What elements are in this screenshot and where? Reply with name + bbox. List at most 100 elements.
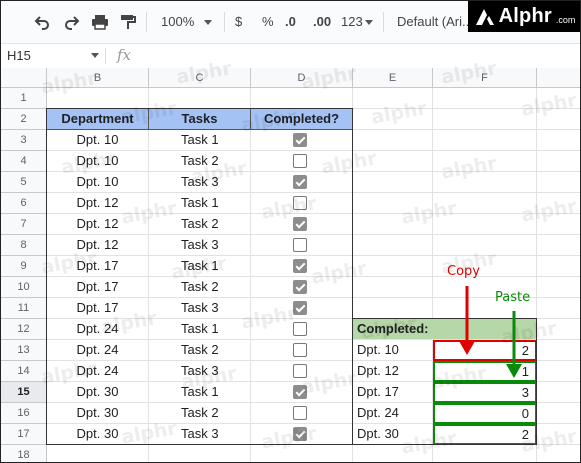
row-header-4[interactable]: 4 [1,151,47,172]
cell[interactable] [537,361,580,382]
decrease-decimal-button[interactable]: .0 [285,11,296,33]
checkbox-checked[interactable] [293,259,307,273]
cell[interactable] [47,88,149,109]
row-header-3[interactable]: 3 [1,130,47,151]
cell[interactable] [537,256,580,277]
percent-button[interactable]: % [262,11,274,33]
cell[interactable] [537,403,580,424]
row-header-17[interactable]: 17 [1,424,47,445]
cell[interactable] [537,340,580,361]
cell[interactable] [353,130,433,151]
summary-count-cell[interactable]: 2 [433,424,537,445]
row-header-12[interactable]: 12 [1,319,47,340]
zoom-select[interactable]: 100% [161,11,213,33]
cell[interactable] [537,88,580,109]
cell[interactable] [537,298,580,319]
row-header-9[interactable]: 9 [1,256,47,277]
column-header-b[interactable]: B [47,68,149,88]
column-header-e[interactable]: E [353,68,433,88]
cell[interactable] [433,193,537,214]
row-header-13[interactable]: 13 [1,340,47,361]
checkbox-unchecked[interactable] [293,364,307,378]
checkbox-unchecked[interactable] [293,238,307,252]
cell[interactable] [537,277,580,298]
paint-format-icon[interactable] [119,11,137,33]
checkbox-unchecked[interactable] [293,196,307,210]
cell[interactable] [537,424,580,445]
redo-icon[interactable] [63,11,81,33]
cell[interactable] [433,130,537,151]
row-header-15[interactable]: 15 [1,382,47,403]
name-box[interactable]: H15 [7,48,31,63]
cell[interactable] [537,172,580,193]
cell[interactable] [537,382,580,403]
currency-button[interactable]: $ [235,11,242,33]
row-header-5[interactable]: 5 [1,172,47,193]
column-header-c[interactable]: C [149,68,251,88]
cell[interactable] [537,235,580,256]
row-header-2[interactable]: 2 [1,109,47,130]
row-header-16[interactable]: 16 [1,403,47,424]
cell[interactable] [537,193,580,214]
cell[interactable] [537,109,580,130]
row-header-7[interactable]: 7 [1,214,47,235]
cell[interactable] [353,151,433,172]
row-header-1[interactable]: 1 [1,88,47,109]
cell[interactable] [537,445,580,462]
cell[interactable] [353,109,433,130]
cell[interactable] [353,445,433,462]
checkbox-checked[interactable] [293,427,307,441]
row-header-10[interactable]: 10 [1,277,47,298]
row-header-14[interactable]: 14 [1,361,47,382]
cell[interactable] [353,88,433,109]
checkbox-checked[interactable] [293,217,307,231]
cell[interactable] [353,172,433,193]
summary-count-cell[interactable]: 0 [433,403,537,424]
cell[interactable] [251,445,353,462]
cell[interactable] [353,256,433,277]
row-header-18[interactable]: 18 [1,445,47,462]
cell[interactable] [433,151,537,172]
cell[interactable] [433,88,537,109]
cell[interactable] [353,235,433,256]
column-header-d[interactable]: D [251,68,353,88]
summary-count-cell[interactable]: 1 [433,361,537,382]
cell[interactable] [353,277,433,298]
more-formats-button[interactable]: 123 [341,11,373,33]
chevron-down-icon[interactable] [91,53,99,58]
cell[interactable] [251,88,353,109]
cell[interactable] [433,235,537,256]
cell[interactable] [433,214,537,235]
cell[interactable] [537,214,580,235]
cell[interactable] [433,172,537,193]
checkbox-unchecked[interactable] [293,154,307,168]
summary-count-cell[interactable]: 3 [433,382,537,403]
row-header-8[interactable]: 8 [1,235,47,256]
cell[interactable] [149,445,251,462]
column-header-g[interactable] [537,68,580,88]
cell[interactable] [537,130,580,151]
checkbox-checked[interactable] [293,280,307,294]
cell[interactable] [353,298,433,319]
select-all-corner[interactable] [1,68,47,88]
checkbox-checked[interactable] [293,175,307,189]
row-header-11[interactable]: 11 [1,298,47,319]
row-header-6[interactable]: 6 [1,193,47,214]
undo-icon[interactable] [33,11,51,33]
checkbox-unchecked[interactable] [293,406,307,420]
cell[interactable] [47,445,149,462]
checkbox-checked[interactable] [293,133,307,147]
cell[interactable] [537,151,580,172]
cell[interactable] [353,214,433,235]
cell[interactable] [537,319,580,340]
checkbox-checked[interactable] [293,301,307,315]
checkbox-unchecked[interactable] [293,322,307,336]
print-icon[interactable] [91,11,109,33]
checkbox-unchecked[interactable] [293,343,307,357]
checkbox-checked[interactable] [293,385,307,399]
summary-count-cell[interactable]: 2 [433,340,537,361]
cell[interactable] [353,193,433,214]
column-header-f[interactable]: F [433,68,537,88]
font-select[interactable]: Default (Ari... [397,11,473,33]
cell[interactable] [433,109,537,130]
